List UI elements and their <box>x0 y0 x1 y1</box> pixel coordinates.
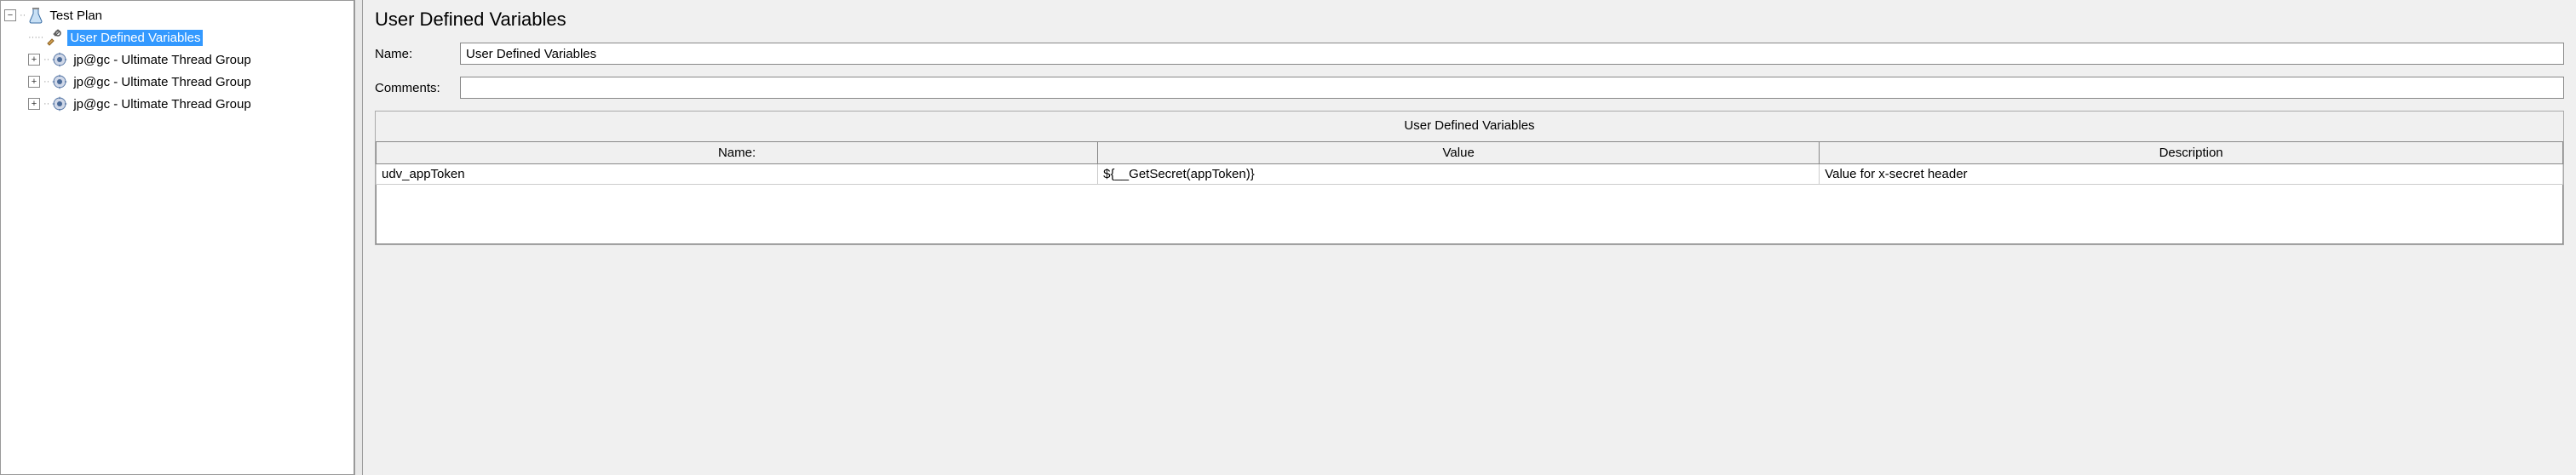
expand-icon[interactable]: + <box>28 98 40 110</box>
tree-connector: ·· <box>20 10 26 20</box>
cell-description[interactable]: Value for x-secret header <box>1820 164 2563 185</box>
comments-row: Comments: <box>375 77 2564 99</box>
tree-node-thread-group-1[interactable]: + ·· jp@gc - Ultimate Thread Group <box>1 49 354 71</box>
tree-connector: ·· <box>43 77 49 87</box>
table-header-row: Name: Value Description <box>377 142 2563 164</box>
page-title: User Defined Variables <box>375 9 2564 31</box>
tree-node-thread-group-3[interactable]: + ·· jp@gc - Ultimate Thread Group <box>1 93 354 115</box>
variables-table: Name: Value Description udv_appToken ${_… <box>376 141 2563 185</box>
comments-input[interactable] <box>460 77 2564 99</box>
expand-icon[interactable]: + <box>28 54 40 66</box>
table-empty-area[interactable] <box>376 185 2563 244</box>
name-label: Name: <box>375 47 460 61</box>
expand-icon[interactable]: + <box>28 76 40 88</box>
column-header-name[interactable]: Name: <box>377 142 1098 164</box>
tree-node-label: jp@gc - Ultimate Thread Group <box>73 53 250 67</box>
flask-icon <box>27 7 44 24</box>
tree-node-label: jp@gc - Ultimate Thread Group <box>73 75 250 89</box>
column-header-value[interactable]: Value <box>1098 142 1820 164</box>
tree-node-label: jp@gc - Ultimate Thread Group <box>73 97 250 112</box>
tree-connector: ····· <box>28 32 43 43</box>
variables-section: User Defined Variables Name: Value Descr… <box>375 111 2564 245</box>
table-title: User Defined Variables <box>376 112 2563 141</box>
tree-root-label: Test Plan <box>49 9 102 23</box>
gear-icon <box>51 73 68 90</box>
details-panel: User Defined Variables Name: Comments: U… <box>363 0 2576 475</box>
tree-node-root[interactable]: − ·· Test Plan <box>1 4 354 26</box>
column-header-description[interactable]: Description <box>1820 142 2563 164</box>
name-input[interactable] <box>460 43 2564 65</box>
gear-icon <box>51 95 68 112</box>
collapse-icon[interactable]: − <box>4 9 16 21</box>
comments-label: Comments: <box>375 81 460 95</box>
tree-node-label: User Defined Variables <box>67 30 203 46</box>
cell-name[interactable]: udv_appToken <box>377 164 1098 185</box>
table-row[interactable]: udv_appToken ${__GetSecret(appToken)} Va… <box>377 164 2563 185</box>
panel-divider[interactable] <box>354 0 363 475</box>
name-row: Name: <box>375 43 2564 65</box>
tree-panel: − ·· Test Plan ····· User Defined Variab… <box>0 0 354 475</box>
tools-icon <box>45 29 62 46</box>
tree-connector: ·· <box>43 99 49 109</box>
cell-value[interactable]: ${__GetSecret(appToken)} <box>1098 164 1820 185</box>
tree-node-thread-group-2[interactable]: + ·· jp@gc - Ultimate Thread Group <box>1 71 354 93</box>
gear-icon <box>51 51 68 68</box>
tree-node-udv[interactable]: ····· User Defined Variables <box>1 26 354 49</box>
tree-connector: ·· <box>43 54 49 65</box>
